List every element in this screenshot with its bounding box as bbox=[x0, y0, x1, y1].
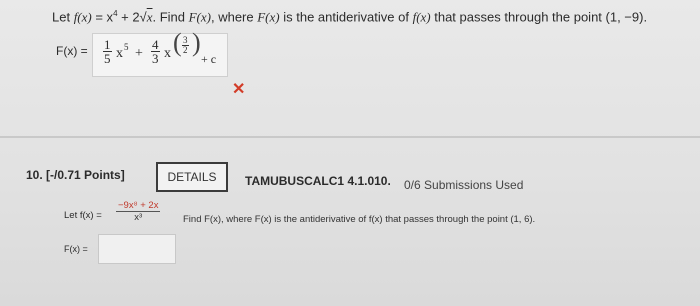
question-points: [-/0.71 Points] bbox=[46, 168, 125, 182]
exponent-paren-open: ( bbox=[173, 28, 182, 57]
plus-sign: + bbox=[135, 46, 143, 61]
question-9-prompt: Let f(x) = x4 + 2√x. Find F(x), where F(… bbox=[52, 9, 647, 25]
exponent: 5 bbox=[124, 42, 129, 52]
variable: x bbox=[116, 46, 123, 61]
prompt-text: F(x) bbox=[188, 9, 211, 25]
fraction: 1 5 bbox=[103, 38, 112, 65]
prompt-text: = x bbox=[91, 9, 114, 25]
fraction-numerator: 4 bbox=[151, 37, 160, 52]
fraction-denominator: 5 bbox=[104, 51, 111, 66]
prompt-text: + 2√ bbox=[117, 9, 147, 25]
prompt-text: Let bbox=[52, 9, 74, 25]
variable: x bbox=[164, 46, 171, 61]
exponent-fraction: 3 2 bbox=[182, 36, 189, 55]
answer-field[interactable] bbox=[98, 234, 176, 264]
fraction-denominator: x³ bbox=[134, 212, 143, 223]
question-number: 10. [-/0.71 Points] bbox=[26, 168, 125, 182]
prompt-text: , where bbox=[210, 9, 258, 25]
fraction-denominator: 3 bbox=[152, 51, 159, 66]
answer-label: F(x) = bbox=[56, 44, 88, 58]
prompt-text: that passes through the point (1, −9). bbox=[430, 9, 648, 25]
exponent-paren-close: ) bbox=[192, 28, 201, 57]
submissions-count: 0/6 Submissions Used bbox=[404, 178, 524, 192]
question-10-prompt: Find F(x), where F(x) is the antiderivat… bbox=[183, 214, 536, 225]
page: Let f(x) = x4 + 2√x. Find F(x), where F(… bbox=[0, 0, 700, 306]
prompt-text: f(x) bbox=[73, 9, 92, 25]
prompt-text: f(x) bbox=[412, 9, 431, 25]
fraction-numerator: 1 bbox=[103, 37, 112, 52]
details-button[interactable]: DETAILS bbox=[156, 162, 228, 192]
prompt-text: . Find bbox=[152, 9, 189, 25]
course-code: TAMUBUSCALC1 4.1.010. bbox=[245, 174, 391, 188]
answer-label: F(x) = bbox=[64, 244, 88, 254]
incorrect-icon: ✕ bbox=[232, 81, 246, 98]
constant-term: + c bbox=[201, 52, 217, 66]
fraction-denominator: 2 bbox=[183, 45, 188, 55]
prompt-text: F(x) bbox=[257, 9, 280, 25]
question-10-fraction: −9x⁸ + 2x x³ bbox=[116, 200, 161, 223]
section-divider bbox=[0, 136, 700, 138]
fraction-numerator: −9x⁸ + 2x bbox=[116, 200, 161, 212]
prompt-text: is the antiderivative of bbox=[279, 9, 413, 25]
question-number-value: 10. bbox=[26, 168, 43, 182]
fraction: 4 3 bbox=[151, 38, 160, 65]
question-10-let: Let f(x) = bbox=[64, 210, 102, 221]
answer-field[interactable]: 1 5 x 5 + 4 3 x ( 3 2 ) + c bbox=[92, 28, 228, 77]
